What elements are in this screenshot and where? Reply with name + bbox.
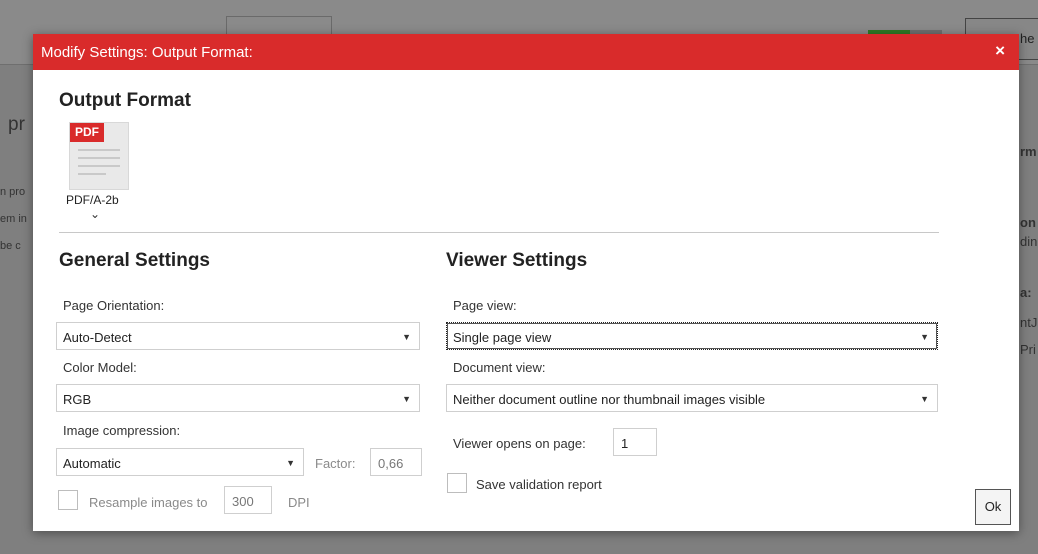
opens-on-page-input[interactable]: 1 [613,428,657,456]
background-text: on [1020,215,1036,230]
color-model-value: RGB [63,392,92,407]
opens-on-page-value: 1 [621,436,629,451]
save-validation-report-label: Save validation report [476,477,602,492]
caret-down-icon: ▼ [286,458,295,468]
resample-dpi-value: 300 [232,494,254,509]
ok-button[interactable]: Ok [975,489,1011,525]
chevron-down-icon[interactable]: ⌄ [90,207,100,221]
pdf-line [78,165,120,167]
dialog-title: Modify Settings: Output Format: [41,44,253,61]
resample-dpi-input[interactable]: 300 [224,486,272,514]
page-view-value: Single page view [453,330,552,345]
modify-settings-dialog: Modify Settings: Output Format: × Output… [33,34,1019,531]
save-validation-report-checkbox[interactable] [447,473,467,493]
pdf-line [78,157,120,159]
dpi-label: DPI [288,495,310,510]
section-divider [59,232,939,233]
background-text: Pri [1020,342,1036,357]
background-text: a: [1020,285,1032,300]
background-text: din [1020,234,1038,249]
factor-input[interactable]: 0,66 [370,448,422,476]
caret-down-icon: ▼ [402,394,411,404]
page-orientation-value: Auto-Detect [63,330,132,345]
caret-down-icon: ▼ [920,394,929,404]
pdf-line [78,173,106,175]
output-format-heading: Output Format [59,90,191,111]
background-text: pr [8,114,25,135]
color-model-select[interactable]: RGB ▼ [56,384,420,412]
image-compression-value: Automatic [63,456,121,471]
factor-label: Factor: [315,456,356,471]
dialog-titlebar: Modify Settings: Output Format: × [33,34,1019,70]
pdf-badge: PDF [70,123,104,142]
page-orientation-label: Page Orientation: [63,298,165,313]
pdf-line [78,149,120,151]
resample-images-checkbox[interactable] [58,490,78,510]
image-compression-select[interactable]: Automatic ▼ [56,448,304,476]
document-view-value: Neither document outline nor thumbnail i… [453,392,766,407]
caret-down-icon: ▼ [920,332,929,342]
image-compression-label: Image compression: [63,423,181,438]
page-orientation-select[interactable]: Auto-Detect ▼ [56,322,420,350]
viewer-settings-heading: Viewer Settings [446,250,588,271]
output-format-caption: PDF/A-2b [66,193,119,207]
pdf-file-icon[interactable]: PDF [69,122,129,190]
background-text: be c [0,240,21,252]
document-view-select[interactable]: Neither document outline nor thumbnail i… [446,384,938,412]
document-view-label: Document view: [453,360,546,375]
close-icon[interactable]: × [995,41,1005,61]
general-settings-heading: General Settings [59,250,210,271]
resample-images-label: Resample images to [89,495,208,510]
background-text: ntJ [1020,315,1038,330]
page-view-select[interactable]: Single page view ▼ [446,322,938,350]
background-text: rm [1020,144,1037,159]
caret-down-icon: ▼ [402,332,411,342]
color-model-label: Color Model: [63,360,137,375]
background-text: n pro [0,186,26,198]
page-view-label: Page view: [453,298,517,313]
factor-value: 0,66 [378,456,404,471]
background-text: em in [0,213,27,225]
opens-on-page-label: Viewer opens on page: [453,436,586,451]
